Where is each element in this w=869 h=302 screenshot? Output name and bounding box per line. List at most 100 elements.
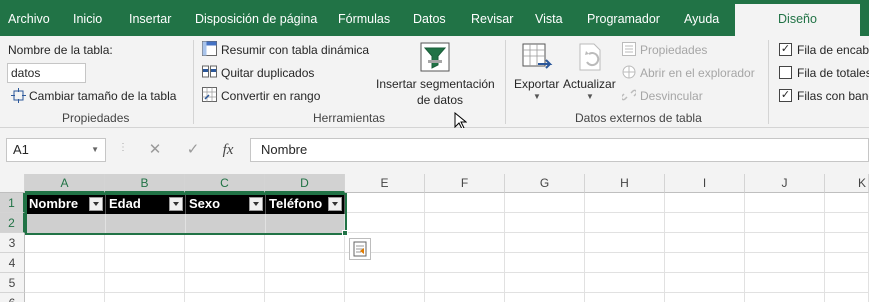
tab-vista[interactable]: Vista — [535, 0, 563, 36]
column-header-i[interactable]: I — [665, 174, 745, 193]
tab-archivo[interactable]: Archivo — [8, 0, 50, 36]
table-data-cell[interactable] — [106, 214, 186, 234]
grid-cell[interactable] — [25, 273, 105, 293]
convert-to-range-button[interactable]: Convertir en rango — [221, 89, 320, 103]
row-header-5[interactable]: 5 — [0, 273, 25, 293]
grid-cell[interactable] — [425, 213, 505, 233]
table-data-cell[interactable] — [266, 214, 345, 234]
header-row-checkbox[interactable]: ✓ — [779, 43, 792, 56]
grid-cell[interactable] — [105, 253, 185, 273]
quick-analysis-button[interactable] — [349, 238, 371, 260]
filter-dropdown-icon[interactable] — [328, 197, 342, 211]
grid-cell[interactable] — [265, 293, 345, 302]
grid-cell[interactable] — [665, 233, 745, 253]
name-box[interactable]: A1 ▼ — [6, 138, 106, 162]
column-header-c[interactable]: C — [185, 174, 265, 193]
grid-cell[interactable] — [505, 293, 585, 302]
filter-dropdown-icon[interactable] — [89, 197, 103, 211]
grid-cell[interactable] — [825, 213, 869, 233]
table-header-cell[interactable]: Nombre — [26, 194, 106, 214]
grid-cell[interactable] — [505, 193, 585, 213]
grid-cell[interactable] — [585, 213, 665, 233]
total-row-checkbox[interactable] — [779, 66, 792, 79]
grid-cell[interactable] — [25, 293, 105, 302]
row-header-3[interactable]: 3 — [0, 233, 25, 253]
summarize-pivot-button[interactable]: Resumir con tabla dinámica — [221, 43, 369, 57]
grid-cell[interactable] — [825, 233, 869, 253]
properties-button[interactable]: Propiedades — [640, 43, 707, 57]
grid-cell[interactable] — [825, 253, 869, 273]
grid-cell[interactable] — [265, 253, 345, 273]
filter-dropdown-icon[interactable] — [169, 197, 183, 211]
grid-cell[interactable] — [665, 213, 745, 233]
column-header-a[interactable]: A — [25, 174, 105, 193]
row-header-4[interactable]: 4 — [0, 253, 25, 273]
grid-cell[interactable] — [425, 273, 505, 293]
grid-cell[interactable] — [105, 233, 185, 253]
tab-formulas[interactable]: Fórmulas — [338, 0, 390, 36]
grid-cell[interactable] — [265, 233, 345, 253]
cancel-icon[interactable]: ✕ — [143, 139, 167, 161]
grid-cell[interactable] — [185, 233, 265, 253]
grid-cell[interactable] — [745, 293, 825, 302]
grid-cell[interactable] — [585, 233, 665, 253]
tab-datos[interactable]: Datos — [413, 0, 446, 36]
row-header-1[interactable]: 1 — [0, 193, 25, 213]
export-dropdown-icon[interactable]: ▼ — [533, 92, 541, 101]
grid-cell[interactable] — [585, 253, 665, 273]
grid-cell[interactable] — [345, 213, 425, 233]
grid-cell[interactable] — [425, 253, 505, 273]
grid-cell[interactable] — [585, 193, 665, 213]
grid-cell[interactable] — [745, 193, 825, 213]
column-header-d[interactable]: D — [265, 174, 345, 193]
table-data-cell[interactable] — [26, 214, 106, 234]
table-header-cell[interactable]: Sexo — [186, 194, 266, 214]
insert-function-icon[interactable]: fx — [216, 139, 240, 161]
tab-inicio[interactable]: Inicio — [73, 0, 102, 36]
grid-cell[interactable] — [585, 273, 665, 293]
grid-cell[interactable] — [665, 293, 745, 302]
grid-cell[interactable] — [505, 213, 585, 233]
refresh-dropdown-icon[interactable]: ▼ — [586, 92, 594, 101]
column-header-h[interactable]: H — [585, 174, 665, 193]
grid-cell[interactable] — [425, 233, 505, 253]
grid-cell[interactable] — [185, 253, 265, 273]
insert-slicer-button-line2[interactable]: de datos — [417, 93, 463, 107]
open-in-browser-button[interactable]: Abrir en el explorador — [640, 66, 755, 80]
grid-cell[interactable] — [345, 293, 425, 302]
grid-cell[interactable] — [265, 273, 345, 293]
grid-cell[interactable] — [505, 273, 585, 293]
tab-programador[interactable]: Programador — [587, 0, 660, 36]
grid-cell[interactable] — [745, 233, 825, 253]
grid-cell[interactable] — [105, 293, 185, 302]
grid-cell[interactable] — [585, 293, 665, 302]
grid-cell[interactable] — [665, 273, 745, 293]
formula-input[interactable]: Nombre — [250, 138, 869, 162]
column-header-b[interactable]: B — [105, 174, 185, 193]
grid-cell[interactable] — [745, 213, 825, 233]
grid-cell[interactable] — [825, 293, 869, 302]
chevron-down-icon[interactable]: ▼ — [91, 139, 99, 161]
column-header-e[interactable]: E — [345, 174, 425, 193]
table-header-cell[interactable]: Edad — [106, 194, 186, 214]
grid-cell[interactable] — [425, 293, 505, 302]
grid-cell[interactable] — [745, 273, 825, 293]
unlink-button[interactable]: Desvincular — [640, 89, 703, 103]
tab-revisar[interactable]: Revisar — [471, 0, 513, 36]
grid-cell[interactable] — [25, 253, 105, 273]
grid-cell[interactable] — [665, 193, 745, 213]
banded-rows-checkbox[interactable]: ✓ — [779, 89, 792, 102]
column-header-k[interactable]: K — [825, 174, 869, 193]
grid-cell[interactable] — [505, 233, 585, 253]
table-data-cell[interactable] — [186, 214, 266, 234]
table-header-cell[interactable]: Teléfono — [266, 194, 345, 214]
grid-cell[interactable] — [425, 193, 505, 213]
row-header-6[interactable]: 6 — [0, 293, 25, 302]
resize-table-button[interactable]: Cambiar tamaño de la tabla — [29, 89, 176, 103]
table-name-input[interactable]: datos — [7, 63, 86, 83]
grid-cell[interactable] — [825, 193, 869, 213]
tab-insertar[interactable]: Insertar — [129, 0, 171, 36]
resize-handle[interactable] — [342, 230, 348, 236]
grid-cell[interactable] — [105, 273, 185, 293]
grid-cell[interactable] — [25, 233, 105, 253]
